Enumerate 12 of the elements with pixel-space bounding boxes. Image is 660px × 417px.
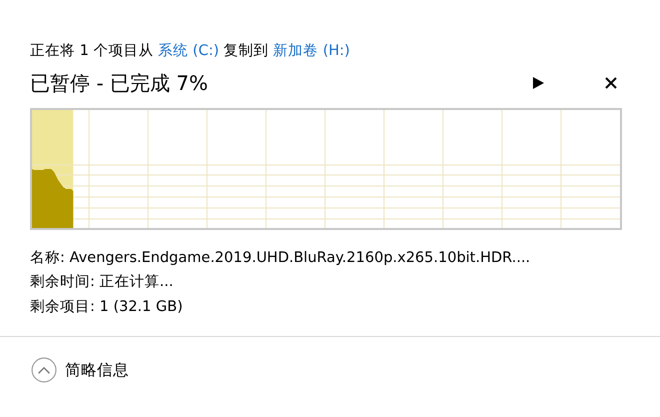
copy-description: 正在将 1 个项目从 系统 (C:) 复制到 新加卷 (H:)	[30, 42, 351, 61]
details-toggle[interactable]: 简略信息	[31, 357, 129, 384]
detail-line: 剩余时间: 正在计算...	[30, 273, 174, 292]
close-icon	[604, 76, 618, 90]
play-icon	[532, 76, 544, 89]
status-heading: 已暂停 - 已完成 7%	[30, 70, 210, 97]
drive-link[interactable]: 新加卷 (H:)	[273, 43, 350, 59]
detail-line: 剩余项目: 1 (32.1 GB)	[30, 298, 184, 317]
chevron-icon	[31, 357, 57, 384]
drive-link[interactable]: 系统 (C:)	[158, 43, 219, 59]
detail-line: 名称: Avengers.Endgame.2019.UHD.BluRay.2160p.x265.10bit.HDR....	[30, 248, 532, 268]
speed-graph	[32, 168, 74, 228]
